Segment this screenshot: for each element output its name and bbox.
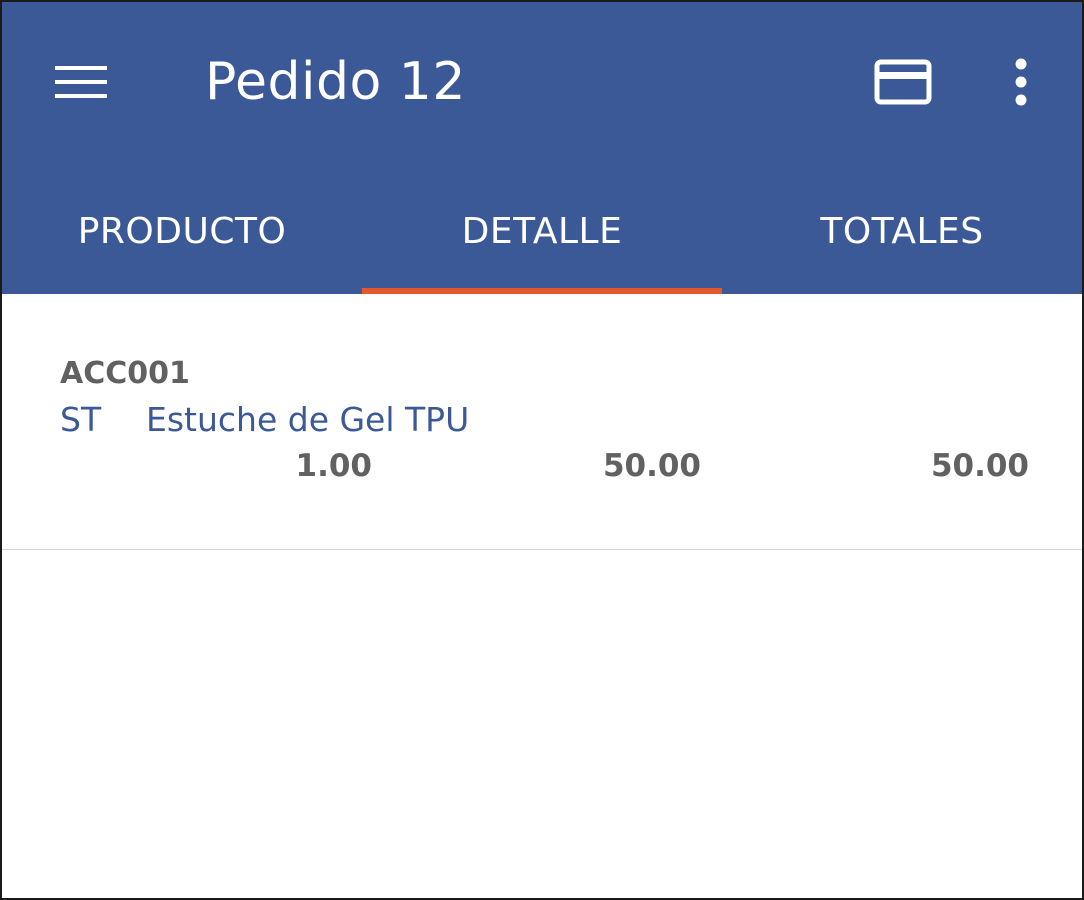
menu-icon bbox=[55, 66, 107, 98]
product-code: ACC001 bbox=[60, 356, 190, 391]
more-options-button[interactable] bbox=[986, 44, 1056, 120]
app-frame: Pedido 12 PRODUCTO DETALLE TOTALES ACC00… bbox=[0, 0, 1084, 900]
tab-producto[interactable]: PRODUCTO bbox=[2, 182, 362, 294]
tab-detalle-label: DETALLE bbox=[461, 210, 623, 252]
payment-button[interactable] bbox=[862, 44, 944, 120]
page-title: Pedido 12 bbox=[205, 52, 466, 112]
list-item[interactable]: ACC001 ST Estuche de Gel TPU 1.00 50.00 … bbox=[2, 294, 1082, 550]
product-unit: ST bbox=[60, 400, 102, 439]
menu-button[interactable] bbox=[40, 44, 122, 120]
product-description: Estuche de Gel TPU bbox=[146, 400, 470, 439]
tab-totales[interactable]: TOTALES bbox=[722, 182, 1082, 294]
detail-list: ACC001 ST Estuche de Gel TPU 1.00 50.00 … bbox=[2, 294, 1082, 550]
app-bar: Pedido 12 PRODUCTO DETALLE TOTALES bbox=[2, 2, 1082, 294]
product-total: 50.00 bbox=[930, 448, 1029, 484]
product-quantity: 1.00 bbox=[295, 448, 373, 484]
credit-card-icon bbox=[874, 59, 932, 105]
tab-totales-label: TOTALES bbox=[820, 210, 984, 252]
tab-bar: PRODUCTO DETALLE TOTALES bbox=[2, 182, 1082, 294]
tab-detalle[interactable]: DETALLE bbox=[362, 182, 722, 294]
more-vert-icon bbox=[1015, 58, 1027, 106]
product-price: 50.00 bbox=[602, 448, 701, 484]
tab-producto-label: PRODUCTO bbox=[77, 210, 287, 252]
